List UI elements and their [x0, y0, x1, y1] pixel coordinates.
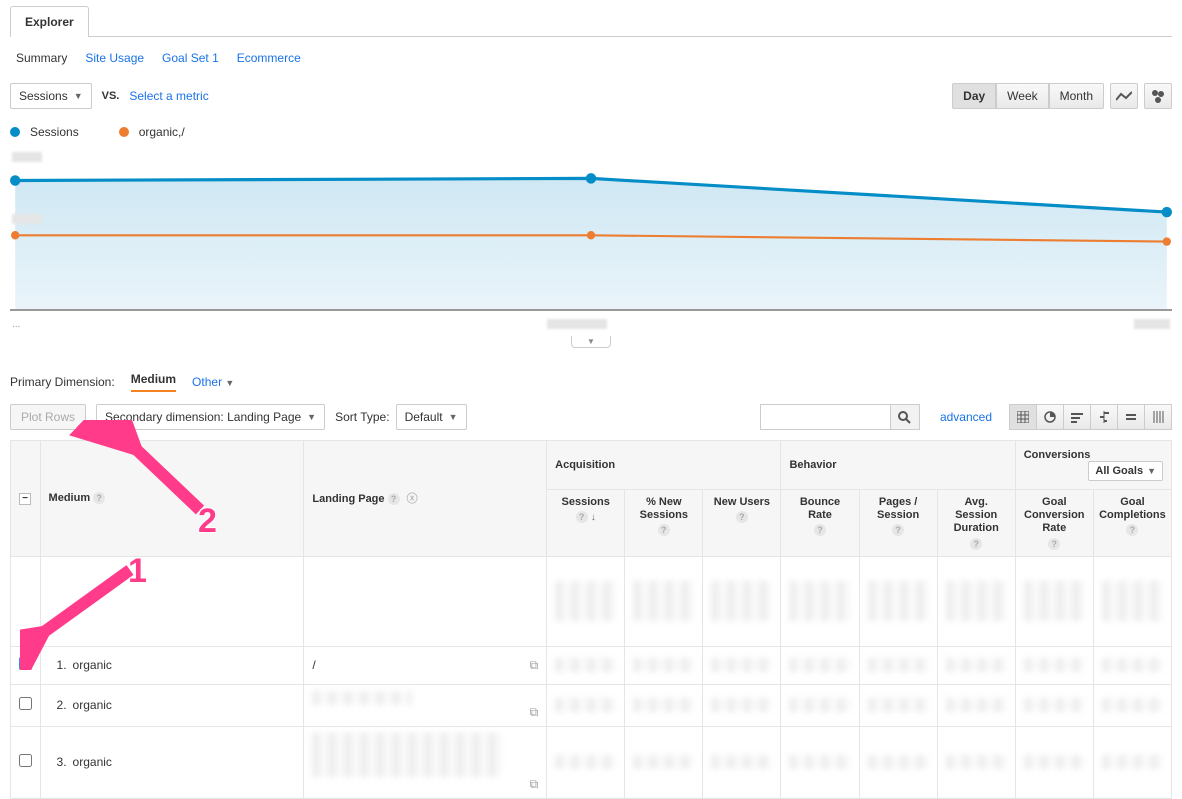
- period-month[interactable]: Month: [1049, 83, 1104, 109]
- plot-rows-button[interactable]: Plot Rows: [10, 404, 86, 430]
- view-comparison-icon[interactable]: [1090, 404, 1118, 430]
- row-checkbox[interactable]: [19, 657, 32, 670]
- collapse-all-icon[interactable]: −: [19, 493, 31, 505]
- row-medium[interactable]: organic: [73, 698, 112, 712]
- legend-dot-sessions: [10, 127, 20, 137]
- xaxis-left: ...: [12, 319, 20, 332]
- open-link-icon[interactable]: ⧉: [530, 658, 539, 673]
- table-row: 3. organic ⧉: [11, 726, 1172, 798]
- col-gcomp[interactable]: Goal Completions: [1099, 496, 1166, 522]
- table-row: 2. organic ⧉: [11, 684, 1172, 726]
- search-input[interactable]: [760, 404, 890, 430]
- help-icon[interactable]: ?: [93, 492, 105, 504]
- legend-sessions: Sessions: [30, 125, 79, 139]
- open-link-icon[interactable]: ⧉: [530, 705, 539, 720]
- primary-dimension-label: Primary Dimension:: [10, 375, 115, 389]
- subtab-site-usage[interactable]: Site Usage: [85, 51, 144, 65]
- caret-down-icon: ▼: [74, 91, 83, 101]
- col-pct-new[interactable]: % New Sessions: [633, 496, 694, 522]
- data-table: − Medium ? Landing Page ? ⓧ Acquisition …: [10, 440, 1172, 799]
- remove-secondary-dim-icon[interactable]: ⓧ: [407, 493, 418, 505]
- tab-explorer[interactable]: Explorer: [10, 6, 89, 37]
- col-sessions[interactable]: Sessions: [562, 496, 610, 509]
- line-chart-icon[interactable]: [1110, 83, 1138, 109]
- group-acquisition: Acquisition: [547, 441, 781, 490]
- vs-label: VS.: [102, 90, 120, 102]
- sort-type-label: Sort Type:: [335, 410, 389, 424]
- sort-desc-icon[interactable]: ↓: [591, 512, 596, 523]
- open-link-icon[interactable]: ⧉: [530, 777, 539, 792]
- col-landing-page[interactable]: Landing Page: [312, 493, 384, 505]
- view-performance-icon[interactable]: [1063, 404, 1091, 430]
- chart-expand-handle[interactable]: ▼: [571, 336, 611, 348]
- row-checkbox[interactable]: [19, 754, 32, 767]
- advanced-link[interactable]: advanced: [940, 410, 992, 424]
- col-new-users[interactable]: New Users: [714, 496, 770, 509]
- row-number: 3.: [49, 755, 67, 769]
- secondary-dimension-select[interactable]: Secondary dimension: Landing Page▼: [96, 404, 325, 430]
- metric-sessions-label: Sessions: [19, 89, 68, 103]
- subtab-ecommerce[interactable]: Ecommerce: [237, 51, 301, 65]
- col-bounce[interactable]: Bounce Rate: [789, 496, 850, 522]
- legend-dot-organic: [119, 127, 129, 137]
- group-behavior: Behavior: [781, 441, 1015, 490]
- period-day[interactable]: Day: [952, 83, 996, 109]
- search-button[interactable]: [890, 404, 920, 430]
- primary-dimension-medium[interactable]: Medium: [131, 372, 176, 392]
- row-landing[interactable]: /: [312, 658, 315, 672]
- sessions-chart[interactable]: [10, 151, 1172, 311]
- row-number: 2.: [49, 698, 67, 712]
- metric-sessions-select[interactable]: Sessions ▼: [10, 83, 92, 109]
- row-medium[interactable]: organic: [73, 755, 112, 769]
- subtab-summary[interactable]: Summary: [16, 51, 67, 65]
- col-medium[interactable]: Medium: [49, 492, 91, 504]
- help-icon[interactable]: ?: [388, 493, 400, 505]
- view-table-icon[interactable]: [1009, 404, 1037, 430]
- conversions-goals-select[interactable]: All Goals▼: [1088, 461, 1163, 481]
- col-pps[interactable]: Pages / Session: [868, 496, 929, 522]
- select-metric-link[interactable]: Select a metric: [129, 89, 208, 103]
- row-medium[interactable]: organic: [73, 658, 112, 672]
- sort-type-select[interactable]: Default▼: [396, 404, 467, 430]
- motion-chart-icon[interactable]: [1144, 83, 1172, 109]
- legend-organic: organic,/: [139, 125, 185, 139]
- subtab-goal-set-1[interactable]: Goal Set 1: [162, 51, 219, 65]
- view-pivot-icon[interactable]: [1144, 404, 1172, 430]
- primary-dimension-other[interactable]: Other ▼: [192, 375, 234, 389]
- group-conversions: Conversions: [1024, 449, 1091, 461]
- table-row: 1. organic / ⧉: [11, 646, 1172, 684]
- row-checkbox[interactable]: [19, 697, 32, 710]
- col-avg-dur[interactable]: Avg. Session Duration: [946, 496, 1007, 536]
- view-pie-icon[interactable]: [1036, 404, 1064, 430]
- row-number: 1.: [49, 658, 67, 672]
- period-week[interactable]: Week: [996, 83, 1048, 109]
- view-term-cloud-icon[interactable]: [1117, 404, 1145, 430]
- col-gcr[interactable]: Goal Conversion Rate: [1024, 496, 1085, 536]
